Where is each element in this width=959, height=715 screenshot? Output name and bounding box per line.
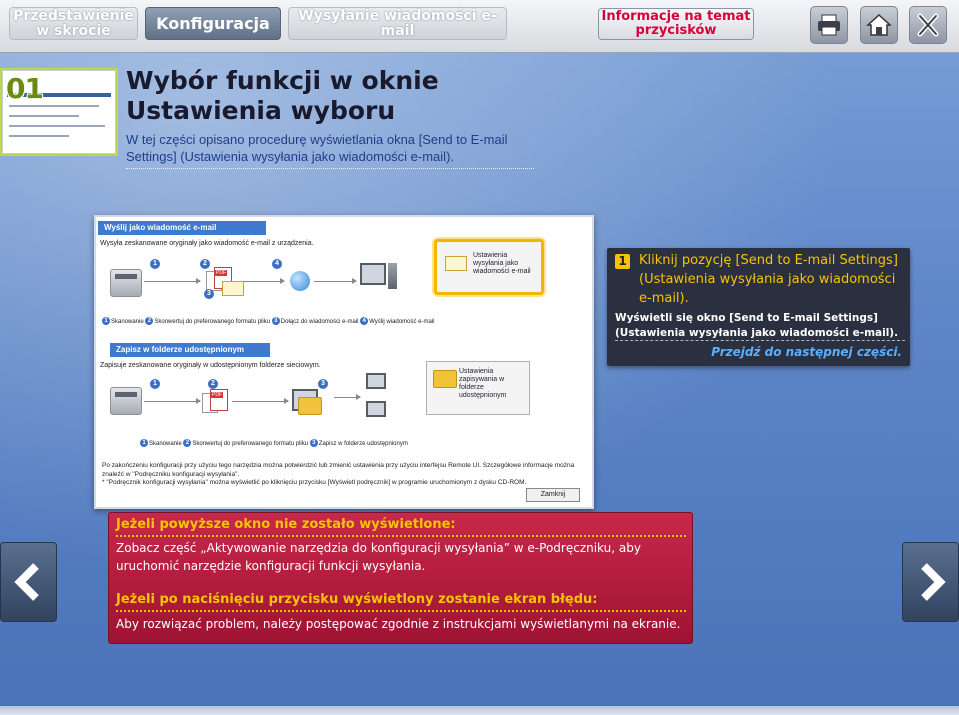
step-marker: 4 bbox=[272, 259, 282, 269]
chevron-right-icon bbox=[920, 563, 946, 601]
thumbnail-line bbox=[9, 135, 69, 137]
thumbnail-line bbox=[9, 125, 105, 127]
folder-steps-legend: 1 Skanowanie 2 Skonwertuj do preferowanego… bbox=[140, 439, 408, 449]
thumbnail-line bbox=[9, 105, 99, 107]
next-page-button[interactable] bbox=[902, 542, 959, 622]
step-marker: 1 bbox=[150, 379, 160, 389]
warning-divider bbox=[116, 610, 686, 612]
globe-icon bbox=[290, 271, 310, 291]
bottom-strip bbox=[0, 706, 959, 715]
shared-folder-settings-button[interactable]: Ustawienia zapisywania w folderze udostę… bbox=[426, 361, 530, 415]
page-title: Wybór funkcji w oknie Ustawienia wyboru bbox=[126, 66, 439, 125]
computer-icon bbox=[366, 373, 386, 389]
folder-section-desc: Zapisuje zeskanowane oryginały w udostęp… bbox=[100, 362, 321, 369]
button-label: Ustawienia zapisywania w folderze udostę… bbox=[459, 368, 507, 399]
button-label: Ustawienia wysyłania jako wiadomości e-m… bbox=[473, 252, 531, 275]
step-label: Skanowanie bbox=[149, 441, 182, 447]
warning-heading: Jeżeli powyższe okno nie zostało wyświet… bbox=[116, 517, 456, 532]
step-result: Wyświetli się okno [Send to E-mail Setti… bbox=[615, 312, 899, 339]
close-icon bbox=[917, 13, 939, 37]
email-section-desc: Wysyła zeskanowane oryginały jako wiadom… bbox=[100, 240, 314, 247]
step-label: Skonwertuj do preferowanego formatu plik… bbox=[192, 441, 309, 447]
flow-arrow bbox=[232, 398, 289, 404]
panel-note: Po zakończeniu konfiguracji przy użyciu … bbox=[102, 462, 575, 486]
tab-overview[interactable]: Przedstawienie w skrócie bbox=[9, 7, 138, 40]
previous-page-button[interactable] bbox=[0, 542, 57, 622]
page-subtitle: W tej części opisano procedurę wyświetla… bbox=[126, 132, 508, 164]
folder-icon bbox=[433, 370, 457, 388]
step-label: Skanowanie bbox=[111, 319, 144, 325]
top-toolbar: Przedstawienie w skrócie Konfiguracja Wy… bbox=[0, 0, 959, 53]
chevron-left-icon bbox=[13, 563, 39, 601]
warning-divider bbox=[116, 535, 686, 537]
print-icon bbox=[818, 14, 840, 36]
step-label: Wyślij wiadomość e-mail bbox=[369, 319, 435, 325]
step-marker: 3 bbox=[204, 289, 214, 299]
tab-configuration[interactable]: Konfiguracja bbox=[145, 7, 281, 40]
home-button[interactable] bbox=[860, 6, 898, 44]
subtitle-divider bbox=[126, 168, 534, 169]
printer-icon bbox=[110, 269, 142, 297]
step-marker: 1 bbox=[150, 259, 160, 269]
step-label: Skonwertuj do preferowanego formatu plik… bbox=[154, 319, 271, 325]
step-marker: 2 bbox=[208, 379, 218, 389]
step-number: 1 bbox=[615, 254, 630, 269]
step-label: Dołącz do wiadomości e-mail bbox=[280, 319, 359, 325]
warning-text: Aby rozwiązać problem, należy postępować… bbox=[116, 617, 681, 631]
button-info-button[interactable]: Informacje na temat przycisków bbox=[598, 8, 754, 40]
step-label: Zapisz w folderze udostępnionym bbox=[318, 441, 408, 447]
flow-arrow bbox=[144, 398, 201, 404]
home-icon bbox=[866, 13, 892, 36]
thumbnail-line bbox=[9, 115, 79, 117]
section-number: 01 bbox=[6, 72, 44, 105]
step-instruction: Kliknij pozycję [Send to E-mail Settings… bbox=[639, 253, 898, 306]
computer-icon bbox=[366, 401, 386, 417]
send-to-email-settings-button[interactable]: Ustawienia wysyłania jako wiadomości e-m… bbox=[434, 239, 544, 295]
flow-arrow bbox=[144, 278, 201, 284]
step-divider bbox=[615, 340, 905, 341]
computer-icon bbox=[360, 263, 386, 285]
email-steps-legend: 1 Skanowanie 2 Skonwertuj do preferowanego… bbox=[102, 317, 434, 327]
tab-send-email[interactable]: Wysyłanie wiadomości e-mail bbox=[288, 7, 507, 40]
printer-icon bbox=[110, 387, 142, 415]
folder-section-header: Zapisz w folderze udostępnionym bbox=[110, 343, 270, 357]
close-button[interactable] bbox=[909, 6, 947, 44]
warning-box: Jeżeli powyższe okno nie zostało wyświet… bbox=[108, 512, 693, 644]
email-section-header: Wyślij jako wiadomość e-mail bbox=[98, 221, 266, 235]
pdf-icon bbox=[210, 389, 228, 411]
folder-icon bbox=[298, 397, 322, 415]
print-button[interactable] bbox=[810, 6, 848, 44]
warning-text: Zobacz część „Aktywowanie narzędzia do k… bbox=[116, 541, 641, 573]
close-dialog-button[interactable]: Zamknij bbox=[526, 488, 580, 502]
flow-arrow bbox=[314, 278, 357, 284]
step-marker: 2 bbox=[200, 259, 210, 269]
computer-tower-icon bbox=[388, 263, 397, 289]
screenshot-panel: Wyślij jako wiadomość e-mail Wysyła zesk… bbox=[94, 215, 594, 509]
step-marker: 3 bbox=[318, 379, 328, 389]
flow-arrow bbox=[244, 278, 285, 284]
flow-arrow bbox=[334, 394, 361, 400]
envelope-icon bbox=[222, 281, 244, 296]
warning-heading: Jeżeli po naciśnięciu przycisku wyświetl… bbox=[116, 592, 598, 607]
envelope-icon bbox=[445, 256, 467, 271]
next-section-link[interactable]: Przejdź do następnej części. bbox=[711, 345, 902, 359]
step-callout: 1 Kliknij pozycję [Send to E-mail Settin… bbox=[607, 248, 910, 366]
